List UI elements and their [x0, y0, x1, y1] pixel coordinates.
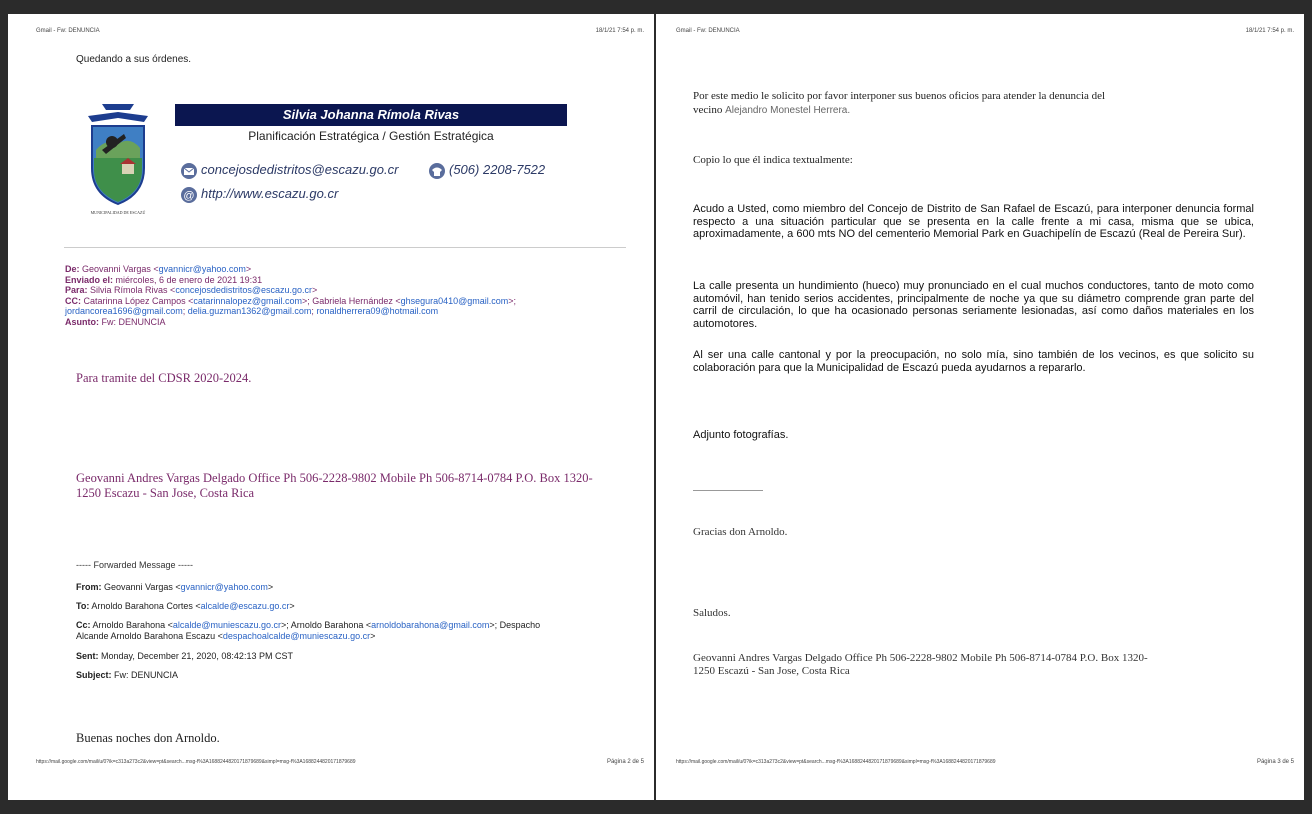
divider	[64, 247, 626, 248]
web-icon: @	[180, 186, 198, 209]
signature-phone: (506) 2208-7522	[449, 162, 546, 177]
cc-email-link[interactable]: catarinnalopez@gmail.com	[193, 296, 302, 306]
page-header-date: 18/1/21 7:54 p. m.	[1245, 28, 1294, 34]
signature-role: Planificación Estratégica / Gestión Estr…	[248, 129, 494, 143]
page-footer-number: Página 3 de 5	[1256, 759, 1294, 765]
cc-email-link[interactable]: ronaldherrera09@hotmail.com	[316, 306, 438, 316]
svg-text:@: @	[183, 190, 194, 202]
to-email-link[interactable]: alcalde@escazu.go.cr	[201, 601, 290, 611]
cc-email-link[interactable]: jordancorea1696@gmail.com	[65, 306, 183, 316]
signature-name-bar: Silvia Johanna Rímola Rivas	[175, 104, 567, 126]
de-email-link[interactable]: gvannicr@yahoo.com	[159, 264, 246, 274]
sender-signature: Geovanni Andres Vargas Delgado Office Ph…	[693, 652, 1148, 677]
cc-email-link[interactable]: alcalde@muniescazu.go.cr	[173, 620, 281, 630]
phone-icon	[428, 162, 446, 185]
greeting: Buenas noches don Arnoldo.	[76, 731, 220, 745]
copio-text: Copio lo que él indica textualmente:	[693, 154, 853, 166]
svg-text:MUNICIPALIDAD DE ESCAZÚ: MUNICIPALIDAD DE ESCAZÚ	[91, 210, 146, 215]
para-email-link[interactable]: concejosdedistritos@escazu.go.cr	[175, 285, 312, 295]
denuncia-paragraph-3: Al ser una calle cantonal y por la preoc…	[693, 349, 1254, 374]
tramite-note: Para tramite del CDSR 2020-2024.	[76, 371, 252, 385]
signature-name: Silvia Johanna Rímola Rivas	[282, 107, 460, 122]
sender-signature: Geovanni Andres Vargas Delgado Office Ph…	[76, 471, 593, 500]
cc-email-link[interactable]: despachoalcalde@muniescazu.go.cr	[223, 631, 370, 641]
intro-text: Por este medio le solicito por favor int…	[693, 90, 1106, 116]
cc-email-link[interactable]: arnoldobarahona@gmail.com	[371, 620, 489, 630]
denuncia-paragraph-1: Acudo a Usted, como miembro del Concejo …	[693, 203, 1254, 240]
separator-line	[693, 490, 763, 491]
signature-email[interactable]: concejosdedistritos@escazu.go.cr	[201, 162, 398, 177]
page-footer-number: Página 2 de 5	[606, 759, 644, 765]
from-email-link[interactable]: gvannicr@yahoo.com	[181, 582, 268, 592]
denuncia-paragraph-2: La calle presenta un hundimiento (hueco)…	[693, 280, 1254, 330]
municipality-logo: MUNICIPALIDAD DE ESCAZÚ	[78, 98, 158, 218]
closing-text: Quedando a sus órdenes.	[76, 54, 192, 65]
signature-web[interactable]: http://www.escazu.go.cr	[201, 186, 338, 201]
cc-email-link[interactable]: delia.guzman1362@gmail.com	[188, 306, 312, 316]
gracias-text: Gracias don Arnoldo.	[693, 526, 788, 538]
page-footer-url: https://mail.google.com/mail/u/0?ik=c313…	[676, 759, 996, 765]
forwarded-message-label: ----- Forwarded Message -----	[76, 560, 194, 570]
saludos-text: Saludos.	[693, 607, 731, 619]
page-header-title: Gmail - Fw: DENUNCIA	[36, 28, 100, 34]
cc-email-link[interactable]: ghsegura0410@gmail.com	[401, 296, 509, 306]
email-icon	[180, 162, 198, 185]
page-header-date: 18/1/21 7:54 p. m.	[595, 28, 644, 34]
page-header-title: Gmail - Fw: DENUNCIA	[676, 28, 740, 34]
page-footer-url: https://mail.google.com/mail/u/0?ik=c313…	[36, 759, 356, 765]
pdf-page-3: Gmail - Fw: DENUNCIA 18/1/21 7:54 p. m. …	[656, 14, 1304, 800]
adjunto-text: Adjunto fotografías.	[693, 429, 789, 441]
forwarded-header: From: Geovanni Vargas <gvannicr@yahoo.co…	[76, 582, 541, 680]
original-email-header: De: Geovanni Vargas <gvannicr@yahoo.com>…	[65, 264, 517, 327]
pdf-page-2: Gmail - Fw: DENUNCIA 18/1/21 7:54 p. m. …	[8, 14, 654, 800]
